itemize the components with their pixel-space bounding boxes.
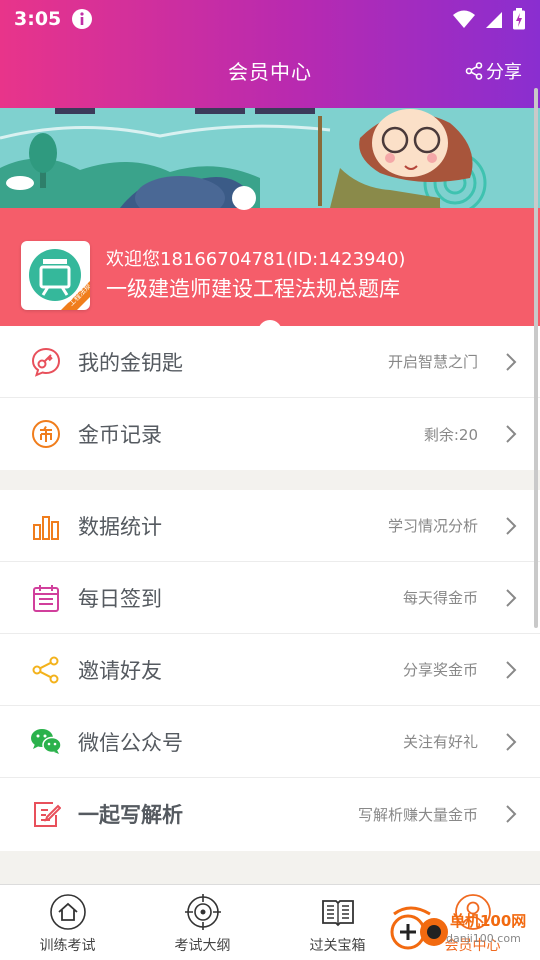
menu-hint: 开启智慧之门 [387,353,478,371]
wifi-icon [453,10,475,28]
menu-hint: 关注有好礼 [402,733,478,751]
menu-label: 每日签到 [78,586,162,611]
coin-icon [30,418,62,450]
menu-hint: 每天得金币 [402,589,478,607]
menu-item-data-stats[interactable]: 数据统计 学习情况分析 [0,490,540,562]
share-label: 分享 [486,62,522,83]
share-button[interactable]: 分享 [465,58,522,84]
tab-exam-outline[interactable]: 考试大纲 [135,885,270,960]
avatar[interactable]: 工程法规 [21,241,90,310]
user-icon [454,894,491,930]
page-title: 会员中心 [228,60,312,84]
info-icon [72,9,93,29]
chevron-right-icon [506,805,517,823]
home-icon [49,894,86,930]
menu-item-coin-record[interactable]: 金币记录 剩余:20 [0,398,540,470]
menu-item-wechat-account[interactable]: 微信公众号 关注有好礼 [0,706,540,778]
menu-label: 金币记录 [78,423,162,447]
menu-hint: 学习情况分析 [387,517,478,535]
section-divider-bottom [0,851,540,884]
tab-training-exam[interactable]: 训练考试 [0,885,135,960]
menu-group-1: 我的金钥匙 开启智慧之门 金币记录 剩余:20 [0,326,540,470]
tab-label: 训练考试 [39,938,96,954]
calendar-icon [30,582,62,614]
bottom-tab-bar: 训练考试 考试大纲 过关宝箱 会员中心 [0,884,540,960]
clock: 3:05 [14,8,62,30]
menu-item-invite-friends[interactable]: 邀请好友 分享奖金币 [0,634,540,706]
book-icon [321,900,354,927]
section-divider [0,470,540,490]
signal-icon [486,12,502,28]
menu-label: 微信公众号 [78,730,183,755]
chevron-right-icon [506,516,517,535]
menu-hint: 剩余:20 [423,425,478,444]
banner-illustration [0,108,540,208]
menu-label: 数据统计 [78,514,162,539]
tab-pass-treasure[interactable]: 过关宝箱 [270,885,405,960]
member-banner: 工程法规 欢迎您18166704781(ID:1423940) 一级建造师建设工… [0,108,540,326]
share-nodes-icon [30,654,62,686]
banner-bubble [232,186,256,210]
question-bank-name: 一级建造师建设工程法规总题库 [106,276,400,301]
tab-label: 会员中心 [444,938,501,954]
welcome-text: 欢迎您18166704781(ID:1423940) [106,248,406,270]
menu-item-golden-key[interactable]: 我的金钥匙 开启智慧之门 [0,326,540,398]
chevron-right-icon [506,352,517,371]
tab-label: 考试大纲 [174,938,231,954]
tab-label: 过关宝箱 [309,938,366,954]
chevron-right-icon [506,660,517,679]
chevron-right-icon [506,425,517,443]
battery-icon [513,8,525,30]
menu-item-daily-checkin[interactable]: 每日签到 每天得金币 [0,562,540,634]
tab-member-center[interactable]: 会员中心 [405,885,540,960]
status-bar: 3:05 [0,0,540,38]
app-bar: 会员中心 分享 [0,38,540,108]
member-info: 工程法规 欢迎您18166704781(ID:1423940) 一级建造师建设工… [21,241,405,310]
menu-hint: 写解析赚大量金币 [357,805,478,824]
scrollbar[interactable] [534,88,538,628]
menu-label: 我的金钥匙 [78,350,183,375]
chevron-right-icon [506,588,517,607]
menu-label: 一起写解析 [78,803,183,827]
key-chat-icon [30,346,62,378]
edit-icon [30,798,62,830]
menu-group-2: 数据统计 学习情况分析 每日签到 每天得金币 邀请好友 分享奖金币 微信公众号 … [0,490,540,850]
wechat-icon [30,726,62,758]
target-icon [184,894,221,930]
bar-chart-icon [30,510,62,542]
chevron-right-icon [506,732,517,751]
menu-hint: 分享奖金币 [402,661,478,679]
menu-item-write-analysis[interactable]: 一起写解析 写解析赚大量金币 [0,778,540,850]
share-icon [465,62,483,80]
menu-label: 邀请好友 [78,658,162,683]
